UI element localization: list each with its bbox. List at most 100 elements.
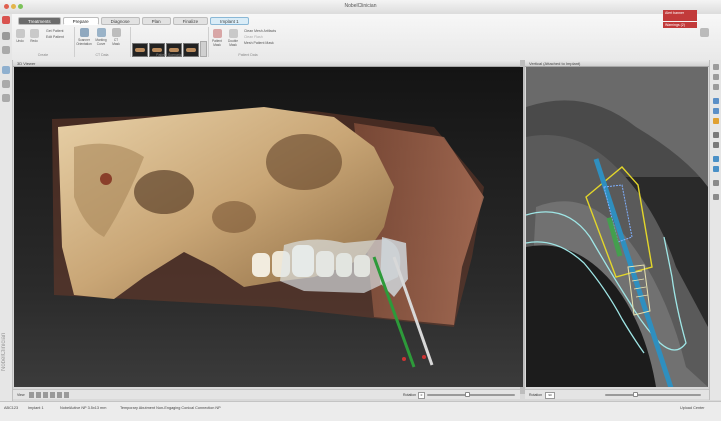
rotation-slider-right-knob[interactable]	[633, 392, 638, 397]
ct-mask-label: CT Mask	[112, 38, 120, 46]
pan-tool-icon[interactable]	[713, 64, 719, 70]
clean-mesh-button[interactable]: Clean Mesh Artifacts	[244, 29, 276, 33]
scanner-orientation-label: Scanner Orientation	[76, 38, 92, 46]
viewer-3d-title: 3D Viewer	[17, 61, 36, 66]
redo-label: Redo	[30, 39, 38, 43]
close-window-icon[interactable]	[4, 4, 9, 9]
double-mask-icon	[228, 29, 238, 38]
home-icon[interactable]	[2, 46, 10, 54]
tab-finalize[interactable]: Finalize	[172, 17, 209, 25]
right-toolbar	[709, 60, 721, 400]
upload-center-link[interactable]: Upload Center	[680, 406, 704, 410]
group-create: Undo Redo Get Patient Edit Patient Creat…	[12, 27, 75, 57]
app-logo-icon[interactable]	[2, 16, 10, 24]
scanner-icon	[79, 28, 89, 37]
rotation-label-right: Rotation	[529, 393, 543, 397]
window-title: NobelClinician	[344, 3, 377, 9]
abutment-tool-icon[interactable]	[713, 166, 719, 172]
group-ct-data: Scanner Orientation Marking Curve CT Mas…	[74, 27, 131, 57]
measure-tool-icon[interactable]	[713, 98, 719, 104]
vertical-slice-canvas[interactable]	[526, 67, 708, 387]
undo-icon	[15, 29, 25, 38]
warnings-badge[interactable]: Warnings (2)	[663, 22, 697, 28]
scenario-thumbnail-image	[186, 48, 196, 52]
view-3d-icon[interactable]	[2, 66, 10, 74]
status-implant-type: NobelActive NP 3.5x13 mm	[60, 406, 107, 410]
group-patient-data: Patient Mask Double Mask Clean Mesh Arti…	[208, 27, 288, 57]
annotation-tool-icon[interactable]	[713, 118, 719, 124]
marking-curve-button[interactable]: Marking Curve	[94, 28, 108, 46]
tab-plan[interactable]: Plan	[141, 17, 171, 25]
view-preset-icons[interactable]	[29, 392, 69, 398]
marking-curve-label: Marking Curve	[95, 38, 107, 46]
double-mask-button[interactable]: Double Mask	[226, 29, 240, 47]
brand-label: NobelClinician	[1, 332, 7, 372]
vertical-view-header: Vertical (Attached to Implant)	[525, 60, 709, 67]
redo-icon	[29, 29, 39, 38]
minimize-window-icon[interactable]	[11, 4, 16, 9]
scenario-thumbnail-image	[152, 48, 162, 52]
ribbon-toolbar: Treatments Prepare Diagnose Plan Finaliz…	[12, 14, 721, 61]
group-patient-data-label: Patient Data	[238, 53, 258, 57]
mesh-patient-mask-button[interactable]: Mesh Patient Mask	[244, 41, 274, 45]
status-abutment: Temporary Abutment Non-Engaging Conical …	[120, 406, 221, 410]
group-patient-scenario: Patient Scenario	[130, 27, 209, 57]
view-label: View	[17, 393, 25, 397]
rotate-tool-icon[interactable]	[713, 84, 719, 90]
status-implant: Implant 1	[28, 406, 44, 410]
scenario-thumbnail-image	[135, 48, 145, 52]
angle-tool-icon[interactable]	[713, 108, 719, 114]
viewer-3d-header: 3D Viewer	[13, 60, 520, 67]
rotation-value-left[interactable]: 0	[418, 392, 425, 399]
cart-icon[interactable]	[2, 80, 10, 88]
rotation-slider-left-knob[interactable]	[465, 392, 470, 397]
tab-implant-1[interactable]: Implant 1	[210, 17, 249, 25]
group-patient-scenario-label: Patient Scenario	[156, 53, 182, 57]
vertical-view-bottom-bar: Rotation 90	[525, 389, 709, 399]
maximize-window-icon[interactable]	[18, 4, 23, 9]
clean-flash-button[interactable]: Clean Flash	[244, 35, 263, 39]
ct-slice-image	[526, 67, 708, 387]
viewer-3d-bottom-bar: View Rotation 0	[13, 389, 520, 399]
scanner-orientation-button[interactable]: Scanner Orientation	[76, 28, 92, 46]
curve-icon	[96, 28, 106, 37]
undo-label: Undo	[16, 39, 24, 43]
redo-button[interactable]: Redo	[28, 29, 40, 43]
ct-mask-button[interactable]: CT Mask	[110, 28, 122, 46]
group-ct-data-label: CT Data	[95, 53, 109, 57]
status-bar: ABC123 Implant 1 NobelActive NP 3.5x13 m…	[0, 401, 721, 421]
patient-mask-button[interactable]: Patient Mask	[210, 29, 224, 47]
rotation-slider-left[interactable]	[427, 394, 515, 396]
tab-treatments[interactable]: Treatments	[18, 17, 61, 25]
help-icon[interactable]	[700, 28, 709, 37]
rotation-value-right[interactable]: 90	[545, 392, 555, 399]
scenario-thumbnail-image	[169, 48, 179, 52]
rotation-slider-right[interactable]	[605, 394, 701, 396]
settings-icon[interactable]	[2, 94, 10, 102]
slice-tool-icon[interactable]	[713, 132, 719, 138]
patient-mask-icon	[212, 29, 222, 38]
patient-mask-label: Patient Mask	[212, 39, 222, 47]
tab-diagnose[interactable]: Diagnose	[100, 17, 140, 25]
status-patient-id: ABC123	[4, 406, 19, 410]
ribbon-tabs: Treatments Prepare Diagnose Plan Finaliz…	[18, 17, 249, 25]
menu-icon[interactable]	[2, 32, 10, 40]
implant-tool-icon[interactable]	[713, 156, 719, 162]
rotation-label-left: Rotation	[403, 393, 417, 397]
tab-prepare[interactable]: Prepare	[62, 17, 99, 25]
viewer-3d-canvas[interactable]	[14, 67, 523, 387]
skull-3d-render	[52, 107, 484, 368]
get-patient-button[interactable]: Get Patient	[46, 29, 64, 33]
zoom-tool-icon[interactable]	[713, 74, 719, 80]
undo-button[interactable]: Undo	[14, 29, 26, 43]
crop-tool-icon[interactable]	[713, 180, 719, 186]
nerve-tool-icon[interactable]	[713, 142, 719, 148]
left-toolbar: NobelClinician	[0, 14, 13, 420]
double-mask-label: Double Mask	[227, 39, 239, 47]
title-bar: NobelClinician	[0, 0, 721, 15]
reset-view-icon[interactable]	[713, 194, 719, 200]
vertical-view-title: Vertical (Attached to Implant)	[529, 61, 581, 66]
edit-patient-button[interactable]: Edit Patient	[46, 35, 64, 39]
alert-banner[interactable]: Alert banner	[663, 10, 697, 21]
mask-icon	[111, 28, 121, 37]
